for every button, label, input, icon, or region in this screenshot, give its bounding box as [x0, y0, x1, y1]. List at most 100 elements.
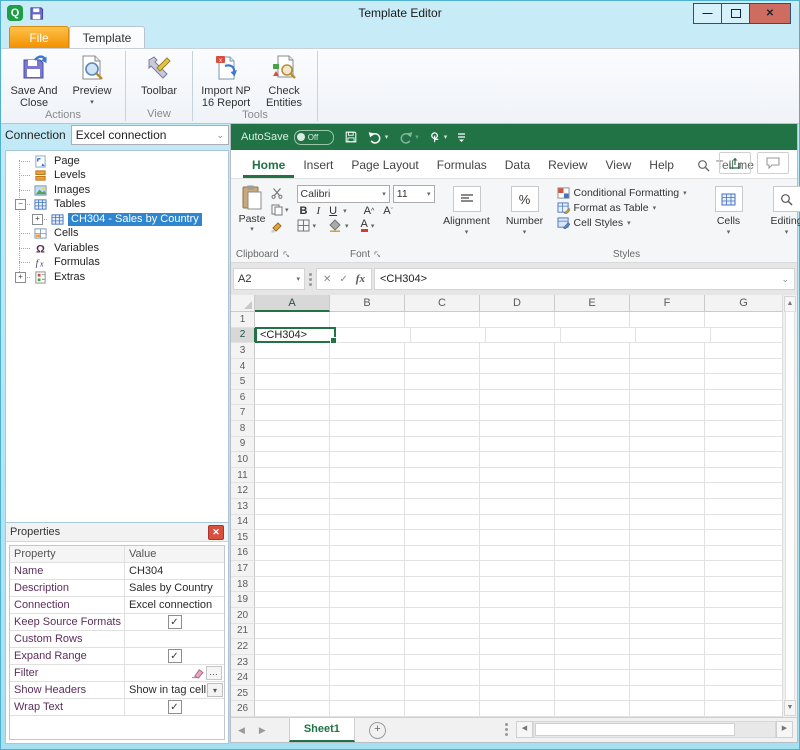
- cell-A26[interactable]: [255, 701, 330, 717]
- column-header-A[interactable]: A: [255, 295, 330, 312]
- property-value[interactable]: CH304: [125, 563, 224, 579]
- cell-D25[interactable]: [480, 686, 555, 702]
- number-button[interactable]: % Number▾: [499, 182, 551, 247]
- cell-D6[interactable]: [480, 390, 555, 406]
- maximize-button[interactable]: [721, 3, 750, 24]
- font-size-combo[interactable]: 11▾: [393, 185, 435, 203]
- cell-F7[interactable]: [630, 405, 705, 421]
- cell-D7[interactable]: [480, 405, 555, 421]
- row-header-12[interactable]: 12: [231, 483, 255, 499]
- tree-item-ch304-sales-by-country[interactable]: +CH304 - Sales by Country: [6, 212, 228, 227]
- sheetbar-splitter[interactable]: [505, 728, 508, 731]
- cell-styles-button[interactable]: Cell Styles▾: [557, 217, 697, 229]
- save-and-close-button[interactable]: Save And Close: [5, 51, 63, 109]
- undo-icon[interactable]: ▾: [368, 131, 389, 144]
- fill-handle[interactable]: [330, 337, 337, 344]
- cell-D1[interactable]: [480, 312, 555, 328]
- copy-icon[interactable]: ▾: [271, 203, 289, 217]
- row-header-22[interactable]: 22: [231, 639, 255, 655]
- cell-F21[interactable]: [630, 624, 705, 640]
- row-header-3[interactable]: 3: [231, 343, 255, 359]
- cell-A22[interactable]: [255, 639, 330, 655]
- select-all-corner[interactable]: [231, 295, 255, 312]
- cell-A6[interactable]: [255, 390, 330, 406]
- name-box[interactable]: A2▾: [233, 268, 305, 290]
- cell-D12[interactable]: [480, 483, 555, 499]
- cell-C9[interactable]: [405, 437, 480, 453]
- cell-B6[interactable]: [330, 390, 405, 406]
- excel-tab-view[interactable]: View: [596, 158, 640, 178]
- cell-D16[interactable]: [480, 546, 555, 562]
- cell-E10[interactable]: [555, 452, 630, 468]
- checkbox-checked[interactable]: ✓: [168, 700, 182, 714]
- decrease-font-icon[interactable]: Aˇ: [380, 205, 396, 217]
- sheet-nav-right-icon[interactable]: ▶: [252, 725, 273, 736]
- cell-E22[interactable]: [555, 639, 630, 655]
- cell-F10[interactable]: [630, 452, 705, 468]
- cell-C22[interactable]: [405, 639, 480, 655]
- cell-D11[interactable]: [480, 468, 555, 484]
- cell-D18[interactable]: [480, 577, 555, 593]
- row-header-17[interactable]: 17: [231, 561, 255, 577]
- formula-input[interactable]: <CH304> ⌄: [374, 268, 795, 290]
- cell-D20[interactable]: [480, 608, 555, 624]
- row-header-8[interactable]: 8: [231, 421, 255, 437]
- cell-G11[interactable]: [705, 468, 783, 484]
- row-header-26[interactable]: 26: [231, 701, 255, 717]
- dialog-launcher-icon[interactable]: [283, 251, 290, 258]
- customize-qat-icon[interactable]: [457, 132, 466, 143]
- cell-E7[interactable]: [555, 405, 630, 421]
- row-header-18[interactable]: 18: [231, 577, 255, 593]
- row-header-24[interactable]: 24: [231, 670, 255, 686]
- cell-D24[interactable]: [480, 670, 555, 686]
- cell-F11[interactable]: [630, 468, 705, 484]
- cell-G1[interactable]: [705, 312, 783, 328]
- cell-D4[interactable]: [480, 359, 555, 375]
- property-value[interactable]: Excel connection: [125, 597, 224, 613]
- cell-A18[interactable]: [255, 577, 330, 593]
- cell-D13[interactable]: [480, 499, 555, 515]
- cell-G22[interactable]: [705, 639, 783, 655]
- cell-B2[interactable]: [336, 328, 411, 344]
- cell-G24[interactable]: [705, 670, 783, 686]
- cell-C17[interactable]: [405, 561, 480, 577]
- fill-color-icon[interactable]: [328, 219, 342, 232]
- cell-B1[interactable]: [330, 312, 405, 328]
- cell-C5[interactable]: [405, 374, 480, 390]
- cell-D23[interactable]: [480, 655, 555, 671]
- row-header-13[interactable]: 13: [231, 499, 255, 515]
- import-np-16-report-button[interactable]: xImport NP 16 Report: [197, 51, 255, 109]
- excel-tab-help[interactable]: Help: [640, 158, 683, 178]
- column-header-D[interactable]: D: [480, 295, 555, 312]
- property-value[interactable]: ✓: [125, 614, 224, 630]
- cell-A12[interactable]: [255, 483, 330, 499]
- cell-C10[interactable]: [405, 452, 480, 468]
- cell-C8[interactable]: [405, 421, 480, 437]
- cell-A5[interactable]: [255, 374, 330, 390]
- cell-C11[interactable]: [405, 468, 480, 484]
- cell-E18[interactable]: [555, 577, 630, 593]
- tree-item-extras[interactable]: +Extras: [6, 270, 228, 285]
- cell-A14[interactable]: [255, 515, 330, 531]
- cell-B19[interactable]: [330, 592, 405, 608]
- cell-C24[interactable]: [405, 670, 480, 686]
- cell-A8[interactable]: [255, 421, 330, 437]
- redo-icon[interactable]: ▾: [398, 131, 419, 144]
- cell-B12[interactable]: [330, 483, 405, 499]
- excel-tab-insert[interactable]: Insert: [294, 158, 342, 178]
- cell-E13[interactable]: [555, 499, 630, 515]
- cell-G8[interactable]: [705, 421, 783, 437]
- cell-B14[interactable]: [330, 515, 405, 531]
- row-header-16[interactable]: 16: [231, 546, 255, 562]
- cell-F2[interactable]: [636, 328, 711, 344]
- autosave-toggle[interactable]: AutoSave Off: [241, 130, 334, 145]
- excel-tab-page-layout[interactable]: Page Layout: [342, 158, 427, 178]
- increase-font-icon[interactable]: A^: [361, 205, 378, 217]
- scroll-down-icon[interactable]: ▼: [784, 700, 796, 716]
- column-header-B[interactable]: B: [330, 295, 405, 312]
- underline-dropdown-icon[interactable]: ▾: [343, 207, 347, 215]
- property-value[interactable]: Show in tag cell▾: [125, 682, 224, 698]
- cell-G23[interactable]: [705, 655, 783, 671]
- cell-B9[interactable]: [330, 437, 405, 453]
- row-header-23[interactable]: 23: [231, 655, 255, 671]
